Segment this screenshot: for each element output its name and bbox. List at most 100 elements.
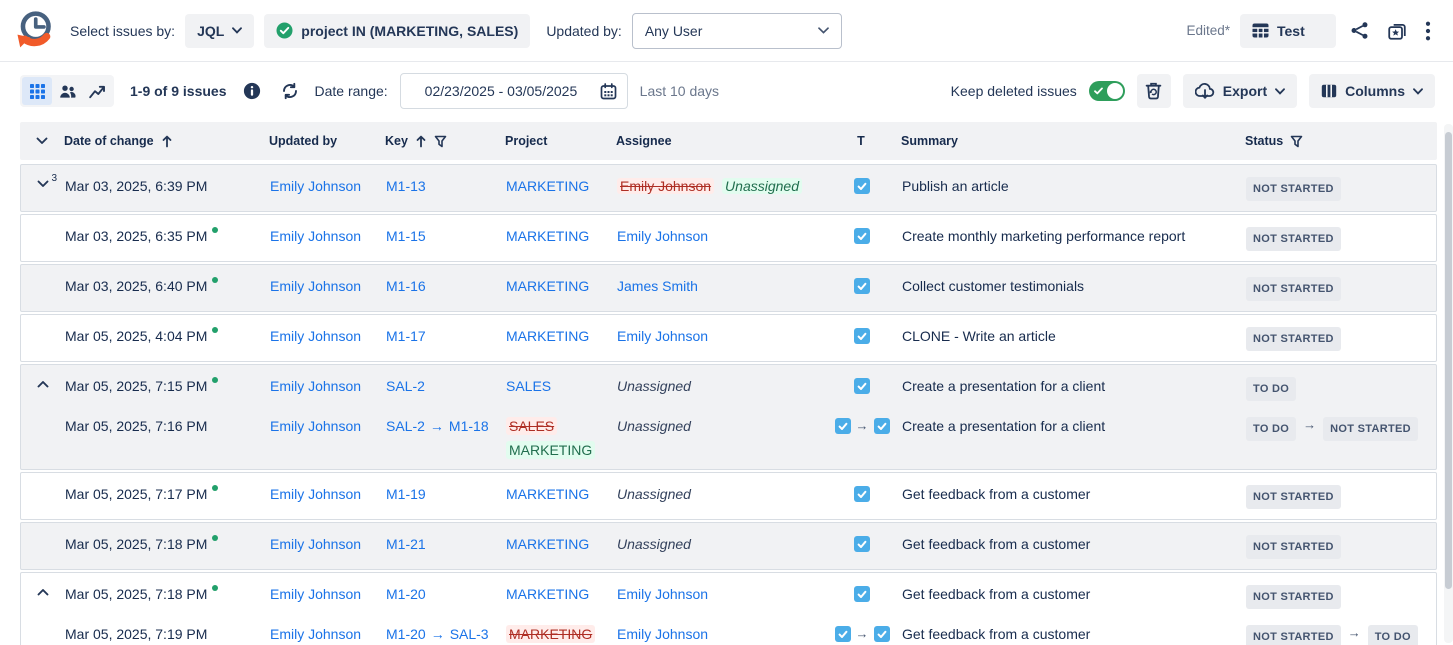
updated-by-link[interactable]: Emily Johnson <box>270 536 361 552</box>
updated-by-link[interactable]: Emily Johnson <box>270 328 361 344</box>
task-type-icon <box>835 418 851 434</box>
project-link[interactable]: MARKETING <box>506 536 589 552</box>
updated-by-link[interactable]: Emily Johnson <box>270 178 361 194</box>
project-link[interactable]: MARKETING <box>506 486 589 502</box>
updated-by-link[interactable]: Emily Johnson <box>270 378 361 394</box>
updated-by-cell: Emily Johnson <box>270 625 386 643</box>
updated-by-cell: Emily Johnson <box>270 277 386 295</box>
issue-key-link[interactable]: SAL-2 <box>386 378 425 394</box>
summary-text: Get feedback from a customer <box>902 536 1090 552</box>
vertical-scrollbar[interactable] <box>1444 124 1453 643</box>
project-link[interactable]: SALES <box>506 378 551 394</box>
export-cloud-download-icon <box>1195 83 1215 99</box>
column-header-assignee[interactable]: Assignee <box>616 134 831 148</box>
new-change-dot-icon <box>212 585 218 591</box>
summary-text: Publish an article <box>902 178 1009 194</box>
columns-label: Columns <box>1345 83 1405 99</box>
updated-by-link[interactable]: Emily Johnson <box>270 278 361 294</box>
change-date: Mar 05, 2025, 7:18 PM <box>65 586 207 602</box>
columns-button[interactable]: Columns <box>1309 74 1435 108</box>
column-header-type[interactable]: T <box>831 134 891 148</box>
sort-ascending-icon[interactable] <box>415 135 427 148</box>
export-button[interactable]: Export <box>1183 74 1297 108</box>
issue-key-link[interactable]: M1-13 <box>386 178 426 194</box>
summary-cell: Create a presentation for a client <box>892 417 1246 435</box>
expand-all-chevron-icon[interactable] <box>36 137 48 145</box>
issue-key-link[interactable]: SAL-3 <box>450 626 489 642</box>
project-link[interactable]: MARKETING <box>506 278 589 294</box>
updated-by-link[interactable]: Emily Johnson <box>270 486 361 502</box>
date-range-input[interactable]: 02/23/2025 - 03/05/2025 <box>400 73 628 109</box>
filter-icon[interactable] <box>1290 135 1303 148</box>
change-entry: Mar 05, 2025, 7:15 PM Emily Johnson SAL-2 S… <box>21 365 1436 411</box>
project-link[interactable]: MARKETING <box>506 228 589 244</box>
users-view-button[interactable] <box>52 77 82 105</box>
assignee-link[interactable]: Emily Johnson <box>617 626 708 642</box>
date-of-change-cell: Mar 05, 2025, 7:17 PM <box>65 485 270 503</box>
refresh-button[interactable] <box>277 78 303 104</box>
issue-key-link[interactable]: SAL-2 <box>386 418 425 434</box>
report-name-button[interactable]: Test <box>1240 14 1336 48</box>
status-cell: NOT STARTED <box>1246 585 1436 609</box>
info-icon[interactable] <box>239 78 265 104</box>
issue-key-cell: M1-20 <box>386 585 506 603</box>
collapse-group-chevron-icon[interactable] <box>37 380 49 388</box>
project-link[interactable]: MARKETING <box>506 328 589 344</box>
project-link[interactable]: MARKETING <box>506 586 589 602</box>
issue-key-link[interactable]: M1-20 <box>386 586 426 602</box>
change-date: Mar 05, 2025, 7:15 PM <box>65 378 207 394</box>
more-menu-button[interactable] <box>1421 17 1435 45</box>
column-header-status[interactable]: Status <box>1245 134 1437 148</box>
deleted-issues-trash-button[interactable] <box>1137 74 1171 108</box>
updated-by-link[interactable]: Emily Johnson <box>270 626 361 642</box>
issue-key-link[interactable]: M1-19 <box>386 486 426 502</box>
issue-key-link[interactable]: M1-20 <box>386 626 426 642</box>
assignee-link[interactable]: Emily Johnson <box>617 228 708 244</box>
project-cell: MARKETING <box>506 535 617 553</box>
assignee-link[interactable]: Emily Johnson <box>617 328 708 344</box>
column-header-date[interactable]: Date of change <box>64 134 269 148</box>
issue-key-link[interactable]: M1-21 <box>386 536 426 552</box>
jql-mode-dropdown[interactable]: JQL <box>185 14 254 48</box>
column-header-summary[interactable]: Summary <box>891 134 1245 148</box>
jql-query-chip[interactable]: project IN (MARKETING, SALES) <box>264 14 530 48</box>
saved-reports-button[interactable] <box>1383 17 1411 45</box>
issue-history-app: Select issues by: JQL project IN (MARKET… <box>0 0 1453 645</box>
updated-by-select[interactable]: Any User <box>632 13 842 49</box>
status-cell: NOT STARTED→TO DO <box>1246 625 1436 645</box>
issue-key-link[interactable]: M1-15 <box>386 228 426 244</box>
issue-key-link[interactable]: M1-18 <box>449 418 489 434</box>
filter-icon[interactable] <box>434 135 447 148</box>
sort-ascending-icon[interactable] <box>161 135 173 148</box>
updated-by-link[interactable]: Emily Johnson <box>270 228 361 244</box>
status-change-arrow-icon: → <box>1348 625 1361 641</box>
calendar-icon[interactable] <box>600 83 617 100</box>
assignee-link[interactable]: Emily Johnson <box>617 586 708 602</box>
share-button[interactable] <box>1346 17 1373 44</box>
summary-text: Get feedback from a customer <box>902 486 1090 502</box>
project-cell: MARKETING <box>506 485 617 503</box>
grid-view-button[interactable] <box>22 77 52 105</box>
status-cell: TO DO→NOT STARTED <box>1246 417 1436 441</box>
summary-text: Create a presentation for a client <box>902 378 1105 394</box>
change-entry: Mar 05, 2025, 7:16 PMEmily JohnsonSAL-2→… <box>21 411 1436 469</box>
issue-key-link[interactable]: M1-16 <box>386 278 426 294</box>
project-link[interactable]: MARKETING <box>506 178 589 194</box>
scrollbar-thumb[interactable] <box>1445 132 1452 589</box>
edited-indicator: Edited* <box>1186 23 1230 38</box>
task-type-icon <box>874 626 890 642</box>
chart-view-button[interactable] <box>82 77 112 105</box>
collapse-group-chevron-icon[interactable] <box>37 588 49 596</box>
status-badge: TO DO <box>1246 417 1296 441</box>
updated-by-link[interactable]: Emily Johnson <box>270 586 361 602</box>
column-header-project[interactable]: Project <box>505 134 616 148</box>
updated-by-label: Updated by: <box>546 23 622 39</box>
updated-by-link[interactable]: Emily Johnson <box>270 418 361 434</box>
column-header-updated-by[interactable]: Updated by <box>269 134 385 148</box>
issue-key-link[interactable]: M1-17 <box>386 328 426 344</box>
new-change-dot-icon <box>212 377 218 383</box>
keep-deleted-toggle[interactable] <box>1089 81 1125 101</box>
assignee-link[interactable]: James Smith <box>617 278 698 294</box>
expand-group-chevron-icon[interactable] <box>37 180 49 188</box>
column-header-key[interactable]: Key <box>385 134 505 148</box>
